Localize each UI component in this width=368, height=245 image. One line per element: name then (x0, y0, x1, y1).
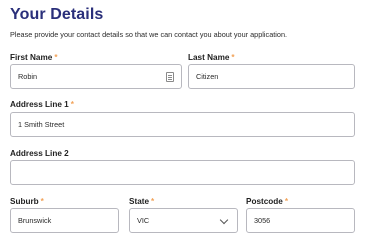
required-marker: * (151, 197, 155, 206)
address-line-1-label-text: Address Line 1 (10, 100, 69, 109)
first-name-label: First Name * (10, 53, 58, 62)
chevron-down-icon[interactable] (219, 215, 229, 225)
last-name-value: Citizen (196, 72, 219, 81)
postcode-label-text: Postcode (246, 197, 283, 206)
suburb-value: Brunswick (18, 216, 52, 225)
last-name-input[interactable]: Citizen (188, 64, 355, 89)
last-name-label-text: Last Name (188, 53, 230, 62)
address-line-1-input[interactable]: 1 Smith Street (10, 112, 355, 137)
state-label: State * (129, 197, 154, 206)
required-marker: * (54, 53, 58, 62)
first-name-value: Robin (18, 72, 38, 81)
postcode-input[interactable]: 3056 (246, 208, 355, 233)
suburb-input[interactable]: Brunswick (10, 208, 119, 233)
address-line-1-label: Address Line 1 * (10, 100, 74, 109)
required-marker: * (70, 100, 74, 109)
first-name-label-text: First Name (10, 53, 53, 62)
postcode-value: 3056 (254, 216, 271, 225)
address-line-2-input[interactable] (10, 160, 355, 185)
required-marker: * (40, 197, 44, 206)
state-select[interactable]: VIC (129, 208, 238, 233)
suburb-label-text: Suburb (10, 197, 39, 206)
address-line-1-value: 1 Smith Street (18, 120, 65, 129)
state-label-text: State (129, 197, 150, 206)
address-line-2-label-text: Address Line 2 (10, 149, 69, 158)
contact-card-icon[interactable] (166, 72, 174, 82)
state-value: VIC (137, 216, 150, 225)
address-line-2-label: Address Line 2 (10, 149, 69, 158)
required-marker: * (284, 197, 289, 206)
first-name-input[interactable]: Robin (10, 64, 182, 89)
your-details-form: Your Details Please provide your contact… (0, 0, 368, 245)
postcode-label: Postcode * (246, 197, 288, 206)
page-title: Your Details (10, 6, 104, 23)
required-marker: * (231, 53, 235, 62)
last-name-label: Last Name * (188, 53, 235, 62)
intro-text: Please provide your contact details so t… (10, 30, 288, 39)
suburb-label: Suburb * (10, 197, 44, 206)
